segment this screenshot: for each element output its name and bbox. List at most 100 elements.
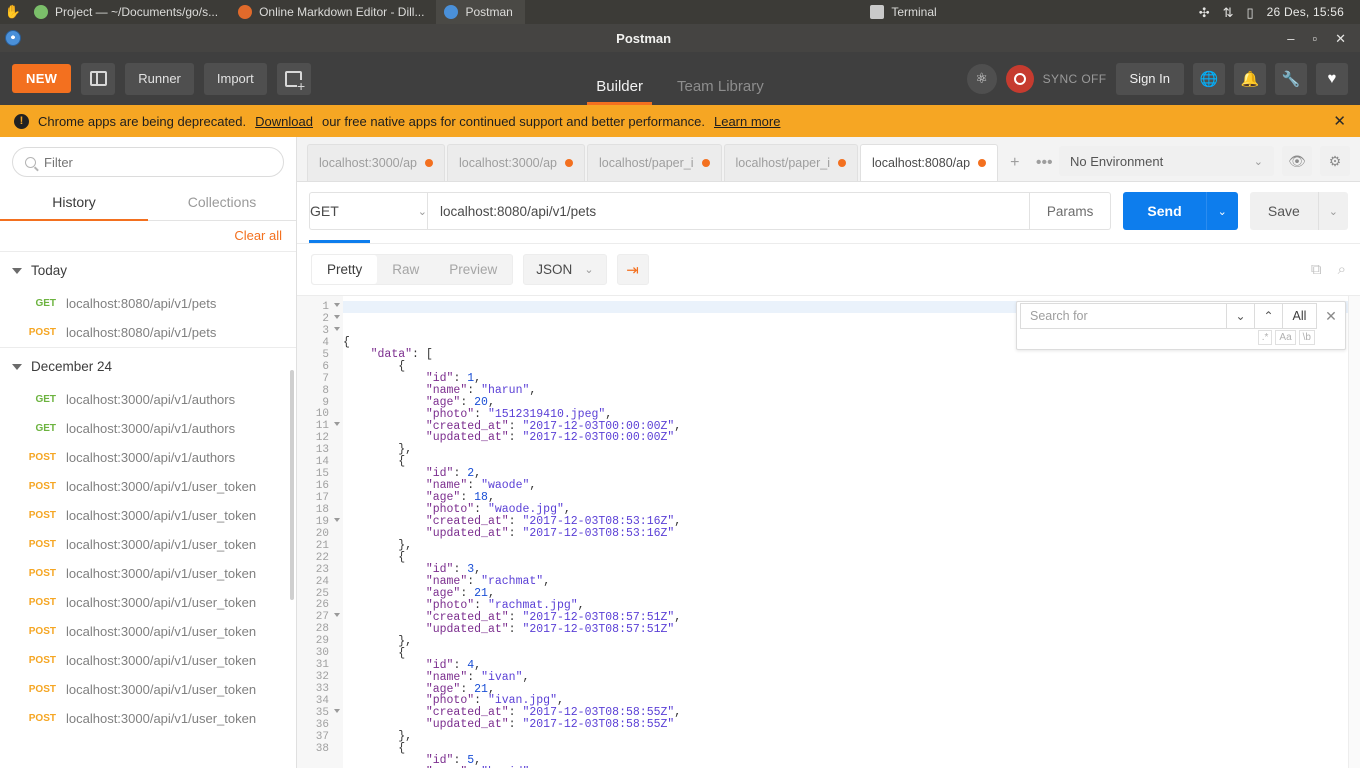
heart-icon[interactable]: ♥: [1316, 62, 1348, 95]
format-select[interactable]: JSON ⌄: [523, 254, 607, 285]
gear-icon[interactable]: ⚙: [1320, 146, 1350, 176]
response-scrollbar[interactable]: [1348, 296, 1360, 768]
fold-toggle-icon[interactable]: [334, 517, 340, 522]
send-dropdown-icon[interactable]: ⌄: [1205, 192, 1238, 230]
find-all-button[interactable]: All: [1283, 303, 1317, 329]
find-next-icon[interactable]: ⌄: [1227, 303, 1255, 329]
case-toggle[interactable]: Aa: [1275, 330, 1296, 345]
deprecation-banner: ! Chrome apps are being deprecated. Down…: [0, 105, 1360, 137]
find-close-icon[interactable]: ✕: [1317, 308, 1345, 325]
taskbar-window-postman[interactable]: Postman: [436, 0, 525, 24]
unsaved-dot: [978, 159, 987, 167]
search-icon[interactable]: ⌕: [1338, 261, 1346, 278]
sync-icon[interactable]: [1005, 64, 1034, 93]
banner-learn-more-link[interactable]: Learn more: [714, 114, 780, 129]
chevron-down-icon: ⌄: [1253, 155, 1263, 168]
list-item[interactable]: POST localhost:3000/api/v1/user_token: [0, 617, 296, 646]
request-tab[interactable]: localhost/paper_i: [587, 144, 722, 181]
list-item[interactable]: POST localhost:3000/api/v1/user_token: [0, 530, 296, 559]
history-group-header[interactable]: December 24: [0, 347, 296, 385]
sidebar-tabs: History Collections: [0, 185, 296, 221]
taskbar-window-markdown[interactable]: Online Markdown Editor - Dill...: [230, 0, 436, 24]
wrench-icon[interactable]: 🔧: [1275, 62, 1307, 95]
send-button[interactable]: Send ⌄: [1123, 192, 1238, 230]
taskbar-window-project[interactable]: Project — ~/Documents/go/s...: [26, 0, 230, 24]
save-button[interactable]: Save ⌄: [1249, 192, 1348, 230]
tab-collections[interactable]: Collections: [148, 185, 296, 220]
word-wrap-icon[interactable]: ⇥: [616, 254, 649, 285]
eye-icon[interactable]: 👁: [1282, 146, 1312, 176]
sidebar-scrollbar[interactable]: [290, 370, 294, 600]
list-item[interactable]: POST localhost:3000/api/v1/user_token: [0, 501, 296, 530]
banner-close-icon[interactable]: ✕: [1333, 112, 1346, 130]
method-select[interactable]: GET ⌄: [309, 192, 427, 230]
minimize-button[interactable]: –: [1287, 32, 1294, 45]
request-tab[interactable]: localhost:8080/ap: [860, 144, 999, 181]
request-tab[interactable]: localhost:3000/ap: [307, 144, 445, 181]
maximize-button[interactable]: ▫: [1312, 32, 1317, 45]
clock[interactable]: 26 Des, 15:56: [1267, 5, 1348, 19]
add-tab-button[interactable]: +: [1000, 144, 1029, 181]
clear-all-button[interactable]: Clear all: [234, 228, 282, 243]
history-group-header[interactable]: Today: [0, 252, 296, 289]
sidebar-toggle-button[interactable]: [81, 62, 116, 95]
find-prev-icon[interactable]: ⌃: [1255, 303, 1283, 329]
fold-toggle-icon[interactable]: [334, 326, 340, 331]
fold-toggle-icon[interactable]: [334, 303, 340, 307]
tab-builder[interactable]: Builder: [587, 78, 652, 105]
list-item[interactable]: POST localhost:3000/api/v1/user_token: [0, 646, 296, 675]
taskbar-window-terminal[interactable]: Terminal: [862, 0, 948, 24]
new-button[interactable]: NEW: [12, 64, 72, 93]
regex-toggle[interactable]: .*: [1257, 330, 1273, 345]
tab-preview[interactable]: Preview: [434, 255, 512, 284]
copy-icon[interactable]: ⧉: [1311, 261, 1322, 278]
search-input[interactable]: [44, 154, 271, 170]
tab-raw[interactable]: Raw: [377, 255, 434, 284]
code-line: },: [343, 634, 413, 648]
json-code[interactable]: { "data": [ { "id": 1, "name": "harun", …: [343, 296, 1360, 768]
list-item[interactable]: POST localhost:3000/api/v1/user_token: [0, 675, 296, 704]
list-item[interactable]: POST localhost:3000/api/v1/user_token: [0, 704, 296, 733]
list-item[interactable]: POST localhost:3000/api/v1/authors: [0, 443, 296, 472]
request-tab[interactable]: localhost/paper_i: [723, 144, 859, 181]
bell-icon[interactable]: 🔔: [1234, 62, 1266, 95]
url-input[interactable]: localhost:8080/api/v1/pets: [427, 192, 1030, 230]
save-dropdown-icon[interactable]: ⌄: [1317, 192, 1348, 230]
tab-pretty[interactable]: Pretty: [312, 255, 378, 284]
network-icon[interactable]: ⇅: [1223, 6, 1234, 19]
response-toolbar: Pretty Raw Preview JSON ⌄ ⇥ ⧉ ⌕: [297, 243, 1360, 295]
import-button[interactable]: Import: [203, 62, 267, 95]
tab-history[interactable]: History: [0, 185, 148, 221]
globe-icon[interactable]: 🌐: [1193, 62, 1225, 95]
word-toggle[interactable]: \b: [1298, 330, 1315, 345]
tab-options-button[interactable]: •••: [1030, 144, 1059, 181]
fold-toggle-icon[interactable]: [334, 422, 340, 427]
history-list[interactable]: Today GET localhost:8080/api/v1/pets POST lo…: [0, 252, 296, 768]
tab-team-library[interactable]: Team Library: [677, 78, 764, 105]
battery-icon[interactable]: ▯: [1247, 6, 1254, 19]
list-item[interactable]: GET localhost:8080/api/v1/pets: [0, 289, 296, 318]
fold-toggle-icon[interactable]: [334, 708, 340, 713]
fold-toggle-icon[interactable]: [334, 613, 340, 618]
close-button[interactable]: ✕: [1335, 32, 1346, 45]
line-number: 19: [297, 516, 343, 528]
list-item[interactable]: POST localhost:8080/api/v1/pets: [0, 318, 296, 347]
runner-button[interactable]: Runner: [125, 62, 194, 95]
signin-button[interactable]: Sign In: [1115, 62, 1184, 95]
interceptor-icon[interactable]: ⚛: [966, 63, 997, 94]
fold-toggle-icon[interactable]: [334, 314, 340, 319]
environment-select[interactable]: No Environment ⌄: [1059, 146, 1274, 176]
response-body[interactable]: 1 2 3 4 5 6 7 8 9 10 11 12 13 14 15 16 17 18 19 20 21 22 23 24 2…: [297, 295, 1360, 768]
banner-download-link[interactable]: Download: [255, 114, 313, 129]
find-input[interactable]: Search for: [1020, 303, 1227, 329]
filter-box[interactable]: [12, 147, 284, 177]
list-item[interactable]: GET localhost:3000/api/v1/authors: [0, 414, 296, 443]
list-item[interactable]: GET localhost:3000/api/v1/authors: [0, 385, 296, 414]
list-item[interactable]: POST localhost:3000/api/v1/user_token: [0, 559, 296, 588]
new-window-button[interactable]: [276, 62, 311, 95]
request-tab[interactable]: localhost:3000/ap: [447, 144, 585, 181]
list-item[interactable]: POST localhost:3000/api/v1/user_token: [0, 472, 296, 501]
bluetooth-icon[interactable]: ✣: [1199, 6, 1210, 19]
params-button[interactable]: Params: [1029, 192, 1112, 230]
list-item[interactable]: POST localhost:3000/api/v1/user_token: [0, 588, 296, 617]
